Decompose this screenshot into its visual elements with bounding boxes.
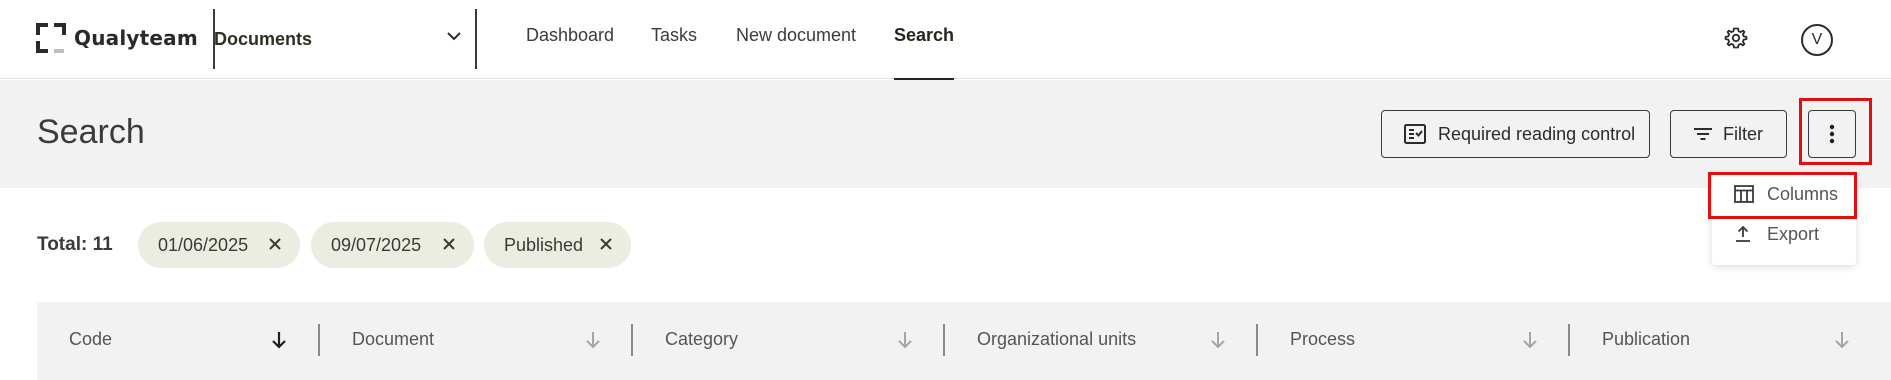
module-selector-label: Documents	[214, 28, 313, 49]
close-icon[interactable]	[268, 237, 282, 251]
filter-chip-label: 09/07/2025	[331, 234, 422, 255]
settings-gear-icon[interactable]	[1724, 26, 1748, 50]
column-header-label: Organizational units	[977, 329, 1137, 349]
column-header-category[interactable]: Category	[633, 302, 945, 380]
sort-arrow-down-icon[interactable]	[896, 330, 914, 350]
sort-arrow-down-icon[interactable]	[270, 330, 288, 350]
menu-item-export[interactable]: Export	[1712, 215, 1856, 253]
filter-icon	[1694, 128, 1712, 140]
filter-label: Filter	[1723, 123, 1763, 144]
nav-divider	[475, 9, 477, 69]
sort-arrow-down-icon[interactable]	[584, 330, 602, 350]
page-title: Search	[37, 113, 145, 151]
column-header-label: Process	[1290, 329, 1356, 349]
app-logo[interactable]: Qualyteam	[36, 22, 198, 54]
sort-arrow-down-icon[interactable]	[1209, 330, 1227, 350]
nav-item-search[interactable]: Search	[894, 25, 955, 80]
required-reading-control-label: Required reading control	[1438, 123, 1636, 144]
sort-arrow-down-icon[interactable]	[1521, 330, 1539, 350]
menu-item-export-label: Export	[1767, 223, 1820, 244]
top-navigation-bar: Qualyteam Documents Dashboard Tasks New …	[0, 0, 1891, 80]
checklist-icon	[1404, 124, 1426, 144]
filter-chip: Published	[484, 222, 631, 268]
column-header-code[interactable]: Code	[37, 302, 320, 380]
menu-item-columns[interactable]: Columns	[1712, 175, 1856, 213]
menu-item-columns-label: Columns	[1767, 183, 1839, 204]
column-header-label: Document	[352, 329, 435, 349]
column-header-label: Category	[665, 329, 739, 349]
export-icon	[1736, 225, 1750, 242]
column-header-publication[interactable]: Publication	[1570, 302, 1891, 380]
more-options-menu: Columns Export	[1712, 173, 1856, 265]
close-icon[interactable]	[599, 237, 613, 251]
filter-chip: 01/06/2025	[138, 222, 300, 268]
filter-chip-label: 01/06/2025	[158, 234, 249, 255]
filter-chip: 09/07/2025	[311, 222, 474, 268]
column-header-label: Publication	[1602, 329, 1691, 349]
sort-arrow-down-icon[interactable]	[1833, 330, 1851, 350]
module-selector[interactable]: Documents	[214, 19, 470, 59]
column-header-organizational-units[interactable]: Organizational units	[945, 302, 1258, 380]
column-header-label: Code	[69, 329, 113, 349]
nav-item-dashboard[interactable]: Dashboard	[526, 25, 614, 79]
column-header-process[interactable]: Process	[1258, 302, 1570, 380]
columns-icon	[1734, 185, 1754, 203]
nav-item-new-document[interactable]: New document	[736, 25, 856, 79]
qualyteam-logo-icon	[36, 23, 66, 53]
table-header: Code Document Category Organizational un…	[37, 302, 1891, 380]
more-options-button[interactable]	[1808, 110, 1856, 158]
nav-item-tasks[interactable]: Tasks	[651, 25, 697, 79]
user-avatar[interactable]: V	[1801, 24, 1833, 56]
logo-text: Qualyteam	[74, 26, 198, 50]
chevron-down-icon	[447, 32, 461, 41]
filter-button[interactable]: Filter	[1670, 110, 1787, 158]
required-reading-control-button[interactable]: Required reading control	[1381, 110, 1650, 158]
column-header-document[interactable]: Document	[320, 302, 633, 380]
more-vertical-icon	[1829, 124, 1835, 144]
filter-chip-label: Published	[504, 234, 584, 255]
results-total: Total: 11	[37, 234, 113, 255]
close-icon[interactable]	[442, 237, 456, 251]
